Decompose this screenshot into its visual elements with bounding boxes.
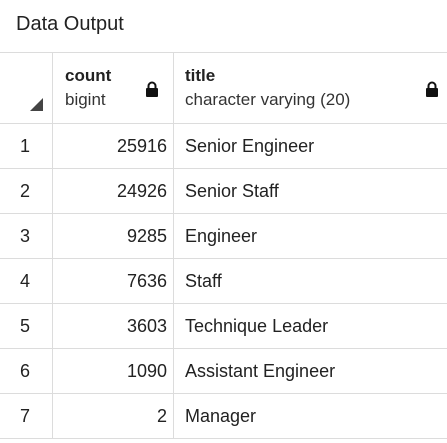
row-number-header[interactable] xyxy=(0,53,53,123)
count-cell[interactable]: 24926 xyxy=(53,169,174,213)
row-number[interactable]: 4 xyxy=(0,259,53,303)
title-cell[interactable]: Staff xyxy=(174,259,447,303)
table-row[interactable]: 3 9285 Engineer xyxy=(0,214,447,259)
row-number[interactable]: 6 xyxy=(0,349,53,393)
row-number[interactable]: 7 xyxy=(0,394,53,438)
title-cell[interactable]: Engineer xyxy=(174,214,447,258)
table-row[interactable]: 4 7636 Staff xyxy=(0,259,447,304)
column-name: title xyxy=(185,66,216,85)
count-cell[interactable]: 1090 xyxy=(53,349,174,393)
count-cell[interactable]: 9285 xyxy=(53,214,174,258)
lock-icon xyxy=(146,81,158,97)
panel-title: Data Output xyxy=(16,13,124,35)
count-cell[interactable]: 3603 xyxy=(53,304,174,348)
lock-icon xyxy=(426,81,438,97)
row-number[interactable]: 3 xyxy=(0,214,53,258)
count-cell[interactable]: 2 xyxy=(53,394,174,438)
count-cell[interactable]: 7636 xyxy=(53,259,174,303)
results-grid: count bigint title character varying (20… xyxy=(0,52,447,439)
row-number[interactable]: 5 xyxy=(0,304,53,348)
title-cell[interactable]: Manager xyxy=(174,394,447,438)
column-type: bigint xyxy=(65,90,106,109)
table-row[interactable]: 6 1090 Assistant Engineer xyxy=(0,349,447,394)
column-type: character varying (20) xyxy=(185,90,351,109)
title-cell[interactable]: Senior Engineer xyxy=(174,124,447,168)
header-row: count bigint title character varying (20… xyxy=(0,53,447,124)
table-row[interactable]: 1 25916 Senior Engineer xyxy=(0,124,447,169)
column-name: count xyxy=(65,66,112,85)
table-row[interactable]: 5 3603 Technique Leader xyxy=(0,304,447,349)
column-header-title[interactable]: title character varying (20) xyxy=(174,53,447,123)
table-row[interactable]: 2 24926 Senior Staff xyxy=(0,169,447,214)
count-cell[interactable]: 25916 xyxy=(53,124,174,168)
column-header-count[interactable]: count bigint xyxy=(53,53,174,123)
sort-corner-icon xyxy=(30,98,43,111)
title-cell[interactable]: Senior Staff xyxy=(174,169,447,213)
title-cell[interactable]: Assistant Engineer xyxy=(174,349,447,393)
row-number[interactable]: 2 xyxy=(0,169,53,213)
title-cell[interactable]: Technique Leader xyxy=(174,304,447,348)
row-number[interactable]: 1 xyxy=(0,124,53,168)
table-row[interactable]: 7 2 Manager xyxy=(0,394,447,439)
